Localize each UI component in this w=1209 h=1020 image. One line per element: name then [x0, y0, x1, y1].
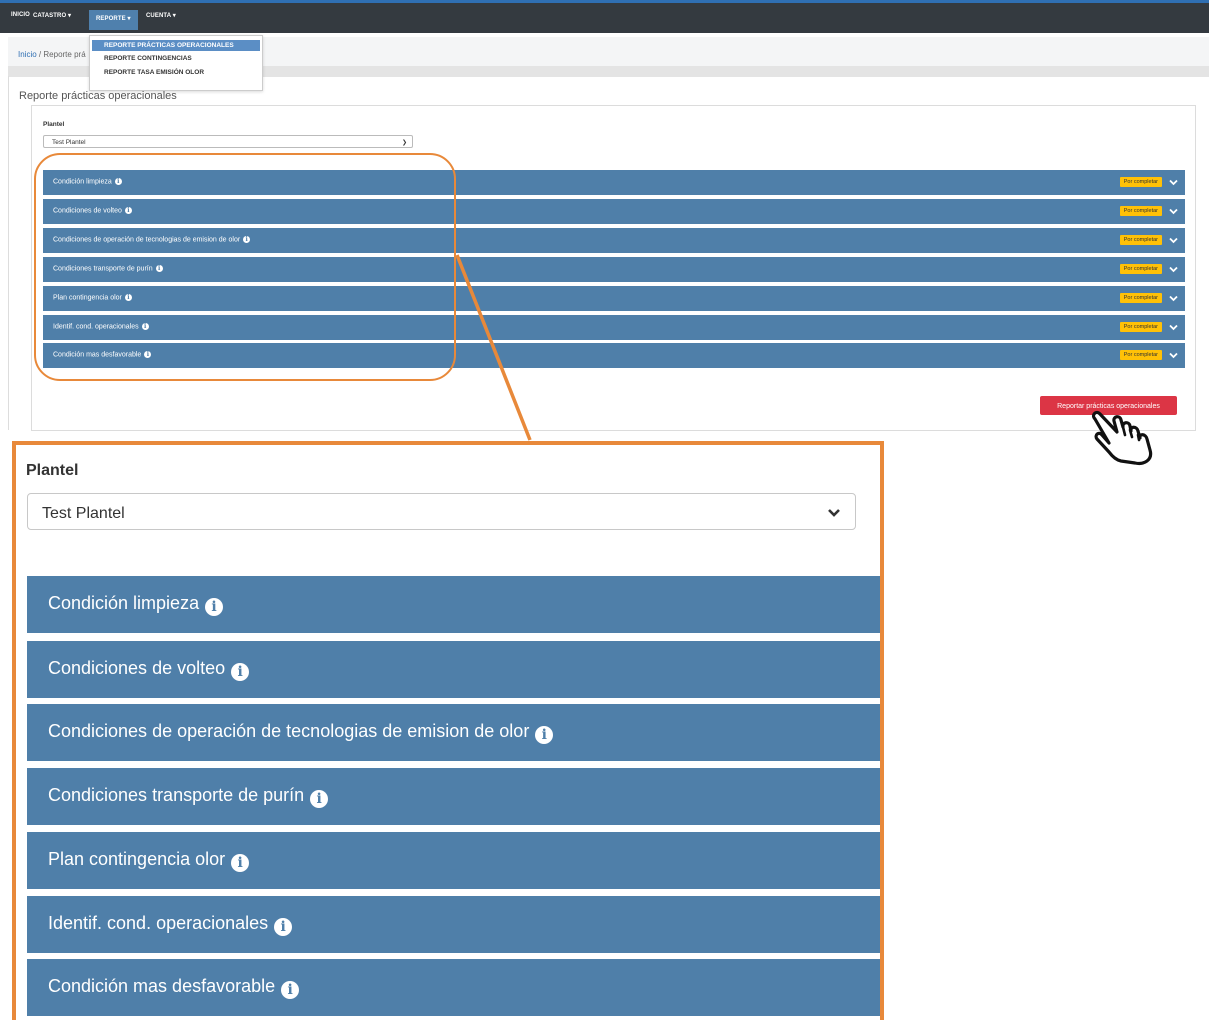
info-icon[interactable]: i	[535, 726, 554, 744]
zoom-accordion-item-label: Condición limpieza i	[48, 593, 224, 616]
info-icon[interactable]: i	[310, 790, 329, 808]
zoom-accordion-item-text: Condición limpieza	[48, 593, 200, 613]
zoom-accordion-item-text: Plan contingencia olor	[48, 849, 226, 869]
zoom-accordion-item-text: Condición mas desfavorable	[48, 976, 276, 996]
zoom-accordion-item-text: Condiciones de operación de tecnologias …	[48, 721, 530, 741]
navbar-accent-line	[0, 0, 1209, 3]
chevron-down-icon[interactable]	[1169, 266, 1178, 273]
chevron-down-icon[interactable]	[1169, 352, 1178, 359]
menu-item-contingencias[interactable]: REPORTE CONTINGENCIAS	[92, 53, 260, 64]
status-badge: Por completar	[1119, 322, 1162, 332]
zoomed-inset: Plantel Test Plantel Condición limpieza i…	[12, 441, 884, 1020]
plantel-select-value: Test Plantel	[52, 139, 86, 146]
hand-pointer-icon	[1091, 410, 1153, 466]
chevron-down-icon[interactable]	[1169, 208, 1178, 215]
status-badge: Por completar	[1119, 177, 1162, 187]
nav-cuenta[interactable]: CUENTA ▾	[146, 12, 176, 19]
zoom-plantel-select-value: Test Plantel	[42, 505, 125, 522]
zoom-accordion-item-label: Condición mas desfavorable i	[48, 976, 300, 999]
chevron-down-icon[interactable]	[1169, 295, 1178, 302]
zoom-accordion-item[interactable]: Condiciones de operación de tecnologias …	[27, 704, 880, 761]
zoom-accordion-item[interactable]: Condición limpieza i	[27, 576, 880, 633]
plantel-label: Plantel	[43, 121, 65, 128]
zoom-accordion-item[interactable]: Identif. cond. operacionales i	[27, 896, 880, 953]
status-badge: Por completar	[1119, 293, 1162, 303]
chevron-down-icon: ❯	[401, 140, 407, 146]
chevron-down-icon	[828, 509, 840, 517]
zoom-accordion-item-label: Condiciones transporte de purín i	[48, 785, 329, 808]
nav-inicio[interactable]: INICIO	[11, 12, 30, 18]
breadcrumb-home-link[interactable]: Inicio	[18, 50, 37, 59]
zoom-accordion-item-text: Condiciones de volteo	[48, 658, 226, 678]
info-icon[interactable]: i	[231, 854, 250, 872]
reporte-dropdown-menu: REPORTE PRÁCTICAS OPERACIONALES REPORTE …	[89, 35, 263, 91]
zoom-accordion-item[interactable]: Condiciones transporte de purín i	[27, 768, 880, 825]
status-badge: Por completar	[1119, 350, 1162, 360]
zoom-accordion-item[interactable]: Plan contingencia olor i	[27, 832, 880, 889]
breadcrumb: Inicio / Reporte prá	[18, 50, 86, 59]
zoom-accordion-item-label: Condiciones de volteo i	[48, 658, 250, 681]
info-icon[interactable]: i	[274, 918, 293, 936]
zoom-accordion-item-text: Condiciones transporte de purín	[48, 785, 305, 805]
plantel-select[interactable]: Test Plantel ❯	[43, 135, 413, 148]
top-navbar: INICIO CATASTRO ▾ REPORTE ▾ CUENTA ▾	[0, 0, 1209, 33]
nav-catastro[interactable]: CATASTRO ▾	[33, 12, 71, 19]
zoom-accordion-item[interactable]: Condiciones de volteo i	[27, 641, 880, 698]
zoom-accordion-item-label: Identif. cond. operacionales i	[48, 913, 293, 936]
menu-item-tasa-emision[interactable]: REPORTE TASA EMISIÓN OLOR	[92, 67, 260, 78]
zoom-plantel-select[interactable]: Test Plantel	[27, 493, 856, 530]
status-badge: Por completar	[1119, 264, 1162, 274]
info-icon[interactable]: i	[281, 981, 300, 999]
content-divider	[8, 76, 9, 430]
page-title: Reporte prácticas operacionales	[19, 90, 177, 102]
chevron-down-icon[interactable]	[1169, 237, 1178, 244]
breadcrumb-separator: /	[38, 50, 42, 59]
breadcrumb-current: Reporte prá	[43, 50, 86, 59]
zoom-plantel-label: Plantel	[26, 462, 79, 479]
chevron-down-icon[interactable]	[1169, 179, 1178, 186]
menu-item-practicas[interactable]: REPORTE PRÁCTICAS OPERACIONALES	[92, 40, 260, 51]
nav-reporte[interactable]: REPORTE ▾	[89, 10, 138, 30]
zoom-accordion-item-text: Identif. cond. operacionales	[48, 913, 269, 933]
info-icon[interactable]: i	[205, 598, 224, 616]
highlight-oval	[34, 153, 456, 381]
zoom-accordion-item[interactable]: Condición mas desfavorable i	[27, 959, 880, 1016]
chevron-down-icon[interactable]	[1169, 324, 1178, 331]
zoom-accordion-item-label: Condiciones de operación de tecnologias …	[48, 721, 554, 744]
annotation-connector-line	[455, 254, 532, 441]
status-badge: Por completar	[1119, 235, 1162, 245]
info-icon[interactable]: i	[231, 663, 250, 681]
zoom-accordion-item-label: Plan contingencia olor i	[48, 849, 250, 872]
status-badge: Por completar	[1119, 206, 1162, 216]
